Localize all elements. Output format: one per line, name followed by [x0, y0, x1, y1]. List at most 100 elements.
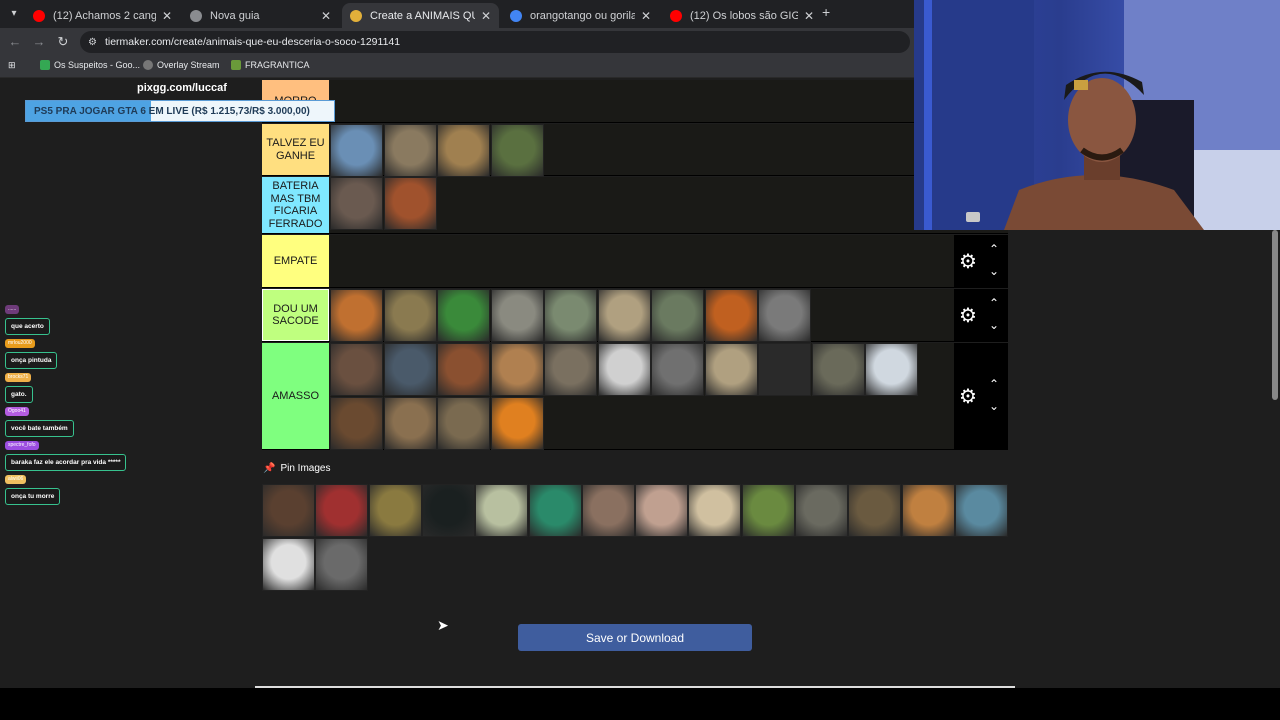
- tab-title: (12) Os lobos são GIGANTES? |: [690, 9, 798, 22]
- pool-animal-image[interactable]: [635, 484, 689, 537]
- chrome-icon: [190, 9, 202, 22]
- animal-image[interactable]: [383, 177, 437, 230]
- pool-animal-image[interactable]: [901, 484, 955, 537]
- goal-text: PS5 PRA JOGAR GTA 6 EM LIVE (R$ 1.215,73…: [34, 105, 310, 117]
- animal-image[interactable]: [330, 289, 383, 342]
- tab-title: Nova guia: [210, 9, 260, 22]
- close-icon[interactable]: ✕: [321, 9, 331, 23]
- animal-image[interactable]: [383, 397, 437, 450]
- apps-icon[interactable]: ⊞: [8, 60, 16, 71]
- chevron-down-icon[interactable]: ⌄: [988, 399, 1000, 413]
- pool-animal-image[interactable]: [741, 484, 795, 537]
- animal-image[interactable]: [437, 397, 490, 450]
- pool-animal-image[interactable]: [315, 484, 369, 537]
- tier-label[interactable]: AMASSO: [262, 343, 329, 449]
- animal-image[interactable]: [544, 343, 597, 396]
- tier-label[interactable]: DOU UM SACODE: [262, 289, 329, 341]
- animal-image[interactable]: [383, 343, 437, 396]
- tier-row: TALVEZ EU GANHE: [262, 124, 1008, 177]
- pool-animal-image[interactable]: [262, 538, 315, 591]
- animal-image[interactable]: [383, 124, 437, 177]
- tab-search-icon[interactable]: ▾: [6, 6, 22, 22]
- tier-label[interactable]: EMPATE: [262, 235, 329, 287]
- animal-image[interactable]: [490, 124, 544, 177]
- back-icon[interactable]: ←: [6, 33, 24, 51]
- browser-tab[interactable]: orangotango ou gorila - Pesqu ✕: [502, 3, 659, 28]
- animal-image[interactable]: [490, 289, 544, 342]
- pool-animal-image[interactable]: [688, 484, 742, 537]
- gear-icon[interactable]: ⚙: [958, 252, 978, 272]
- browser-tab[interactable]: Nova guia ✕: [182, 3, 339, 28]
- chat-username: ......: [5, 305, 20, 314]
- chevron-down-icon[interactable]: ⌄: [988, 318, 1000, 332]
- pin-images-header: 📌 Pin Images: [263, 463, 331, 474]
- chat-message: Ogoo41 você bate também: [5, 399, 74, 437]
- pool-animal-image[interactable]: [315, 538, 369, 591]
- url-text: tiermaker.com/create/animais-que-eu-desc…: [104, 36, 401, 48]
- bookmark-os-suspeitos[interactable]: Os Suspeitos - Goo...: [40, 60, 140, 70]
- animal-image[interactable]: [865, 343, 918, 396]
- chevron-up-icon[interactable]: ⌃: [988, 242, 1000, 256]
- chat-username: brocks71: [5, 373, 32, 382]
- animal-image[interactable]: [490, 397, 544, 450]
- drive-icon: [40, 60, 50, 70]
- forward-icon[interactable]: →: [30, 33, 48, 51]
- browser-tab[interactable]: Create a ANIMAIS QUE EU DES ✕: [342, 3, 499, 28]
- gear-icon[interactable]: ⚙: [958, 306, 978, 326]
- animal-image[interactable]: [651, 289, 704, 342]
- close-icon[interactable]: ✕: [641, 9, 651, 23]
- animal-image[interactable]: [651, 343, 704, 396]
- save-or-download-button[interactable]: Save or Download: [518, 624, 752, 651]
- animal-image[interactable]: [330, 177, 383, 230]
- animal-image[interactable]: [330, 124, 383, 177]
- close-icon[interactable]: ✕: [804, 9, 814, 23]
- animal-image[interactable]: [490, 343, 544, 396]
- animal-image[interactable]: [437, 343, 490, 396]
- page-scrollbar[interactable]: [1270, 230, 1280, 688]
- animal-image[interactable]: [330, 397, 383, 450]
- reload-icon[interactable]: ↻: [54, 33, 72, 51]
- animal-image[interactable]: [704, 343, 758, 396]
- pool-animal-image[interactable]: [795, 484, 848, 537]
- animal-image[interactable]: [437, 289, 490, 342]
- chat-username: Ogoo41: [5, 407, 29, 416]
- tier-label[interactable]: BATERIA MAS TBM FICARIA FERRADO: [262, 177, 329, 233]
- pool-animal-image[interactable]: [848, 484, 902, 537]
- chat-username: spectre_fofo: [5, 441, 39, 450]
- animal-image[interactable]: [597, 343, 651, 396]
- animal-image[interactable]: [597, 289, 651, 342]
- pool-animal-image[interactable]: [262, 484, 315, 537]
- gear-icon[interactable]: ⚙: [958, 387, 978, 407]
- animal-image[interactable]: [704, 289, 758, 342]
- browser-tab[interactable]: (12) Os lobos são GIGANTES? | ✕: [662, 3, 822, 28]
- animal-image[interactable]: [758, 289, 811, 342]
- bookmark-fragrantica[interactable]: FRAGRANTICA: [231, 60, 310, 70]
- chevron-down-icon[interactable]: ⌄: [988, 264, 1000, 278]
- browser-tab[interactable]: (12) Achamos 2 cangurus briga ✕: [25, 3, 180, 28]
- bookmark-overlay-stream[interactable]: Overlay Stream: [143, 60, 220, 70]
- tier-label[interactable]: TALVEZ EU GANHE: [262, 124, 329, 175]
- animal-image[interactable]: [437, 124, 490, 177]
- close-icon[interactable]: ✕: [481, 9, 491, 23]
- tier-controls: ⚙ ⌃ ⌄: [954, 289, 1008, 341]
- pool-animal-image[interactable]: [954, 484, 1008, 537]
- tier-row: MORRO: [262, 80, 1008, 123]
- chat-username: alwii06: [5, 475, 27, 484]
- new-tab-button[interactable]: +: [822, 4, 830, 20]
- animal-image[interactable]: [383, 289, 437, 342]
- chevron-up-icon[interactable]: ⌃: [988, 377, 1000, 391]
- animal-image[interactable]: [330, 343, 383, 396]
- chevron-up-icon[interactable]: ⌃: [988, 296, 1000, 310]
- pool-animal-image[interactable]: [475, 484, 529, 537]
- animal-image[interactable]: [758, 343, 811, 396]
- animal-image[interactable]: [811, 343, 865, 396]
- close-icon[interactable]: ✕: [162, 9, 172, 23]
- pool-animal-image[interactable]: [528, 484, 582, 537]
- pool-animal-image[interactable]: [421, 484, 475, 537]
- scrollbar-thumb[interactable]: [1272, 230, 1278, 400]
- pool-animal-image[interactable]: [368, 484, 422, 537]
- address-bar[interactable]: ⚙ tiermaker.com/create/animais-que-eu-de…: [80, 31, 910, 53]
- animal-image[interactable]: [544, 289, 597, 342]
- pool-animal-image[interactable]: [581, 484, 635, 537]
- site-info-icon[interactable]: ⚙: [88, 37, 97, 48]
